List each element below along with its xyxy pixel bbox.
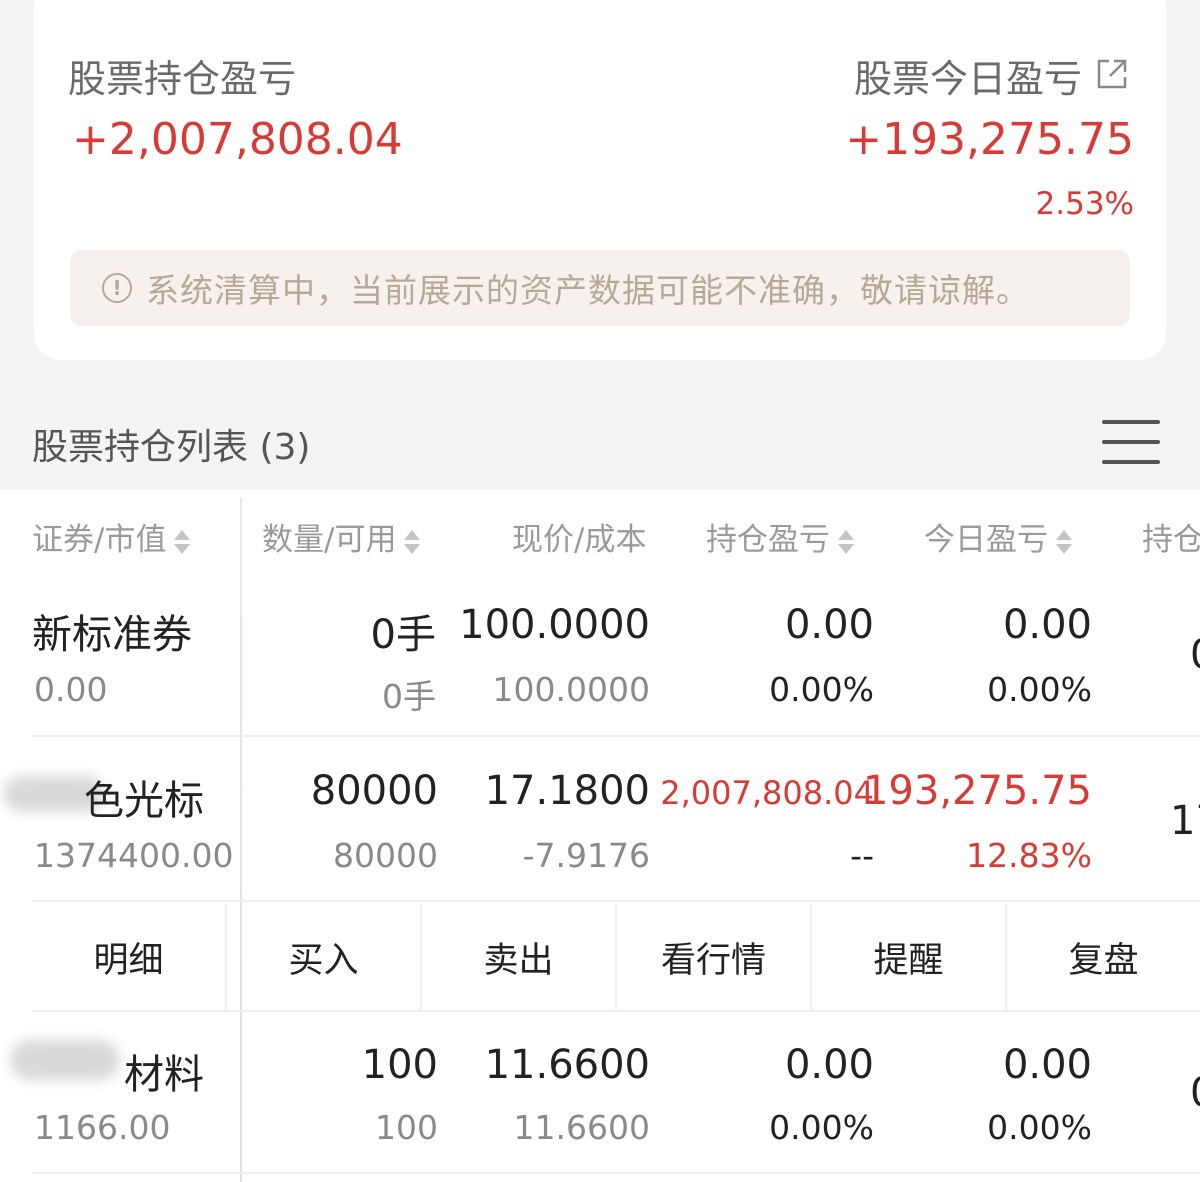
- row-position-pl: 2,007,808.04: [660, 774, 874, 812]
- column-header-today-pl[interactable]: 今日盈亏: [924, 514, 1072, 559]
- row-market-value: 1166.00: [34, 1108, 171, 1147]
- row-price: 11.6600: [484, 1042, 650, 1088]
- menu-icon[interactable]: [1102, 418, 1160, 466]
- alert-button[interactable]: 提醒: [812, 904, 1007, 1010]
- row-market-value: 0.00: [34, 670, 108, 709]
- row-position-pl: 0.00: [784, 602, 874, 648]
- holdings-list-title: 股票持仓列表 (3): [32, 427, 311, 468]
- column-header-holding[interactable]: 持仓: [1142, 514, 1200, 559]
- row-today-pl-percent: 12.83%: [966, 836, 1092, 875]
- row-divider: [32, 1172, 1200, 1174]
- row-position-pl-percent: 0.00%: [769, 1108, 874, 1147]
- column-header-quantity[interactable]: 数量/可用: [262, 514, 421, 559]
- row-price: 17.1800: [484, 768, 650, 814]
- row-security-name[interactable]: 新标准券: [32, 602, 192, 660]
- row-price: 100.0000: [459, 602, 650, 648]
- row-divider: [32, 735, 1200, 737]
- row-market-value: 1374400.00: [34, 836, 234, 875]
- column-header-security[interactable]: 证券/市值: [32, 514, 191, 559]
- row-available: 0手: [382, 677, 436, 716]
- today-pl-value: +193,275.75: [845, 114, 1134, 165]
- frozen-column-divider: [240, 498, 242, 1182]
- row-today-pl-percent: 0.00%: [987, 670, 1092, 709]
- row-today-pl: 193,275.75: [862, 768, 1092, 814]
- review-button[interactable]: 复盘: [1007, 904, 1200, 1010]
- detail-button[interactable]: 明细: [32, 904, 227, 1010]
- row-security-name[interactable]: 材料: [124, 1042, 204, 1100]
- sell-button[interactable]: 卖出: [422, 904, 617, 1010]
- row-holding-partial: 0: [1190, 1070, 1200, 1116]
- row-divider: [32, 900, 1200, 902]
- column-header-price[interactable]: 现价/成本: [512, 514, 646, 559]
- row-quantity: 0手: [370, 612, 436, 658]
- today-pl-percent: 2.53%: [1035, 186, 1134, 222]
- row-action-bar: 明细 买入 卖出 看行情 提醒 复盘: [32, 904, 1200, 1010]
- row-security-name[interactable]: 色光标: [84, 768, 204, 826]
- row-cost: 100.0000: [492, 670, 650, 709]
- sort-icon: [1056, 527, 1072, 557]
- sort-icon: [838, 527, 854, 557]
- buy-button[interactable]: 买入: [227, 904, 422, 1010]
- redacted-text: [10, 1040, 120, 1080]
- info-icon: !: [102, 273, 132, 303]
- row-today-pl: 0.00: [1002, 1042, 1092, 1088]
- sort-icon: [404, 527, 421, 557]
- today-pl-label[interactable]: 股票今日盈亏: [854, 48, 1082, 103]
- notice-text: 系统清算中，当前展示的资产数据可能不准确，敬请谅解。: [146, 271, 1030, 310]
- row-cost: -7.9176: [522, 836, 650, 875]
- row-quantity: 100: [361, 1042, 438, 1088]
- row-today-pl: 0.00: [1002, 602, 1092, 648]
- row-quantity: 80000: [310, 768, 438, 814]
- row-position-pl-percent: --: [850, 836, 874, 875]
- column-header-position-pl[interactable]: 持仓盈亏: [706, 514, 854, 559]
- position-pl-value: +2,007,808.04: [72, 114, 403, 165]
- row-today-pl-percent: 0.00%: [987, 1108, 1092, 1147]
- row-position-pl: 0.00: [784, 1042, 874, 1088]
- row-divider: [32, 1010, 1200, 1012]
- clearing-notice: ! 系统清算中，当前展示的资产数据可能不准确，敬请谅解。: [70, 250, 1130, 326]
- row-holding-partial: 0: [1190, 632, 1200, 678]
- position-pl-label: 股票持仓盈亏: [68, 57, 297, 101]
- row-available: 80000: [333, 836, 438, 875]
- sort-icon: [174, 527, 191, 557]
- row-cost: 11.6600: [513, 1108, 650, 1147]
- external-link-icon[interactable]: [1094, 56, 1130, 92]
- row-holding-partial: 17: [1170, 798, 1200, 844]
- row-position-pl-percent: 0.00%: [769, 670, 874, 709]
- view-quote-button[interactable]: 看行情: [617, 904, 812, 1010]
- row-available: 100: [375, 1108, 438, 1147]
